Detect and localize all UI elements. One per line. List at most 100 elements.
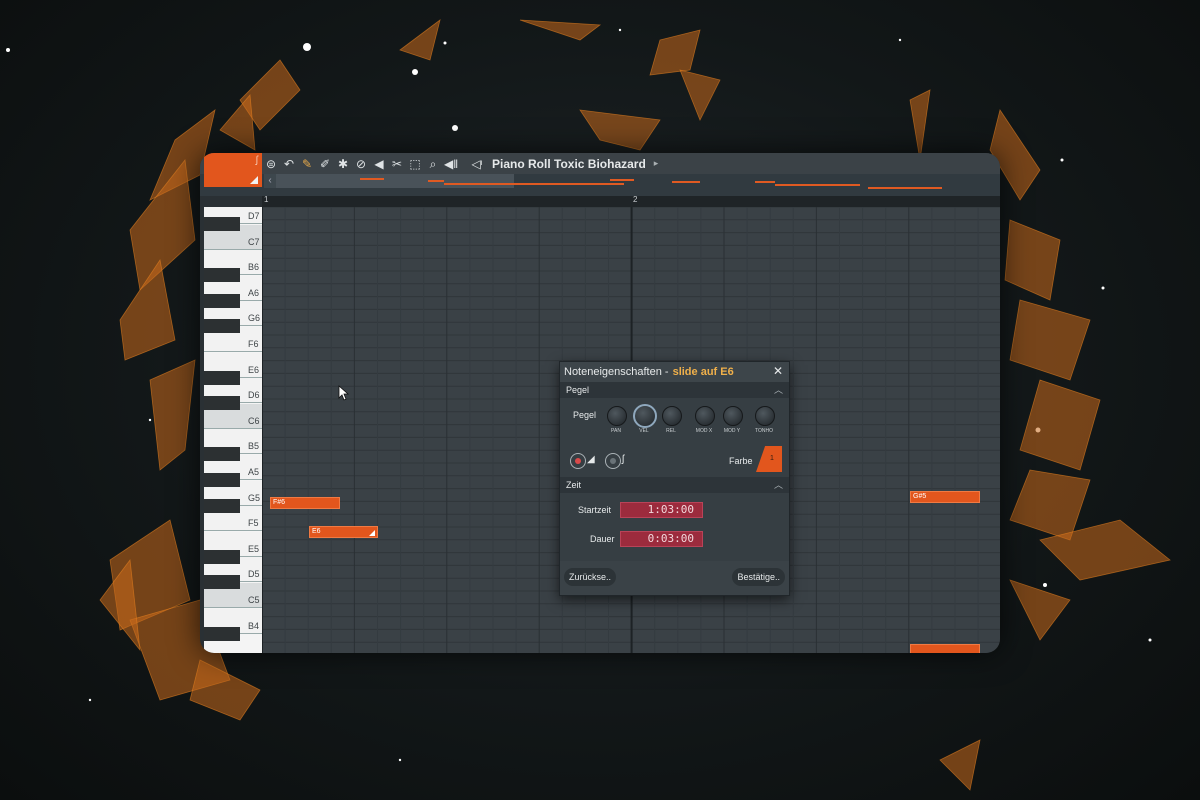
slide-toggle[interactable] [605,453,621,469]
black-key[interactable] [204,575,240,590]
key-label: D6 [248,390,260,401]
corner-triangle-icon [250,176,258,184]
undo-icon[interactable]: ↶ [282,157,296,171]
knob-label: TONHO [755,428,773,434]
dauer-label: Dauer [590,534,615,544]
dialog-title: Noteneigenschaften - [564,366,669,378]
note-tool-tab[interactable]: ʃ [204,153,262,187]
close-icon[interactable]: ✕ [772,365,784,377]
note-properties-dialog: Noteneigenschaften - slide auf E6 ✕ Pege… [559,361,790,596]
black-key[interactable] [204,549,240,564]
pattern-overview[interactable]: ‹ [200,174,1000,196]
key-label: C7 [248,236,260,247]
black-key[interactable] [204,473,240,487]
black-key[interactable] [204,370,240,385]
note-g-sharp-5-visible[interactable]: G#5 [910,491,980,503]
knob-label: MOD Y [723,428,741,434]
select-icon[interactable]: ⬚ [408,157,422,171]
overview-note [610,179,634,181]
overview-note [428,180,444,182]
black-key[interactable] [204,626,240,641]
overview-note [444,183,514,185]
confirm-button[interactable]: Bestätige.. [732,568,785,586]
speaker-icon[interactable]: ◁ᶦ [470,157,484,171]
piano-roll-title[interactable]: Piano Roll Toxic Biohazard [492,157,646,171]
slide-curve-icon: ʃ [622,454,625,465]
note-f-sharp-6[interactable]: F#6 [270,497,340,509]
black-key[interactable] [204,268,240,283]
knob-label: VEL [639,428,649,434]
black-key[interactable] [204,447,240,462]
black-key[interactable] [204,319,240,334]
pan-knob[interactable] [607,406,627,426]
piano-keyboard[interactable]: D7 C7 B6 A6 G6 F6 E6 D6 C6 B5 A5 G5 F5 E5 D5 C5 B4 [204,207,262,653]
black-key[interactable] [204,293,240,308]
zeit-section-header[interactable]: Zeit ︿ [560,477,789,493]
piano-roll-toolbar: ▸ 🔧︎ ∩ ⊜ ↶ ✎ ✐ ✱ ⊘ ◀ ✂ ⬚ ⌕ ◀ǁ ◁ᶦ Piano R… [200,153,1000,174]
key-label: C5 [248,595,260,605]
key-label: A6 [248,287,260,298]
key-label: E5 [248,543,260,554]
color-swatch[interactable]: 1 [756,446,782,472]
pencil-icon[interactable]: ✎ [300,157,314,171]
tonhoehe-knob[interactable] [755,406,775,426]
menu-icon[interactable]: ⊜ [264,157,278,171]
mod-x-knob[interactable] [695,406,715,426]
key-label: C6 [248,415,260,426]
porta-toggle[interactable] [570,453,586,469]
overview-scroll-handle[interactable] [276,174,514,188]
mod-y-knob[interactable] [723,406,743,426]
bar-number: 2 [633,195,638,204]
collapse-caret-icon[interactable]: ︿ [774,477,783,493]
note-e6-slide[interactable]: E6 [309,526,378,538]
startzeit-field[interactable]: 1:03:00 [620,502,703,518]
mouse-cursor-icon [338,385,350,401]
note-g-sharp-5[interactable] [910,644,980,653]
key-label: B5 [248,441,260,452]
pegel-section: Pegel PAN VEL REL MOD X MOD Y TONHO ◢ ʃ … [560,398,789,477]
black-key[interactable] [204,498,240,513]
bar-number: 1 [264,195,269,204]
dialog-title-bar[interactable]: Noteneigenschaften - slide auf E6 ✕ [560,362,789,382]
knob-label: PAN [611,428,621,434]
startzeit-label: Startzeit [578,505,612,515]
overview-note [868,187,942,189]
key-label: E6 [248,364,260,375]
zeit-header-label: Zeit [566,480,582,490]
stamp-icon[interactable]: ✱ [336,157,350,171]
slide-triangle-icon [369,530,375,536]
slice-icon[interactable]: ✂ [390,157,404,171]
rel-knob[interactable] [662,406,682,426]
overview-note [360,178,384,180]
playback-icon[interactable]: ◀ǁ [444,157,458,171]
key-label: G5 [248,492,261,503]
slide-icon: ʃ [255,155,258,166]
timeline-ruler[interactable]: 1 2 [262,195,1000,207]
black-key[interactable] [204,217,240,231]
vel-knob[interactable] [633,404,657,428]
zoom-icon[interactable]: ⌕ [426,157,440,171]
mute-icon[interactable]: ◀ [372,157,386,171]
title-arrow-icon[interactable]: ▸ [654,158,659,169]
key-label: F6 [248,339,259,349]
pegel-section-header[interactable]: Pegel ︿ [560,382,789,398]
reset-button[interactable]: Zurückse.. [564,568,617,586]
knob-label: MOD X [695,428,713,434]
overview-note [672,181,700,183]
overview-note [775,184,860,186]
note-label: E6 [312,528,321,535]
black-key[interactable] [204,396,240,411]
note-label: G#5 [913,493,927,500]
dialog-subtitle: slide auf E6 [672,366,734,378]
paint-icon[interactable]: ✐ [318,157,332,171]
knob-label: REL [666,428,676,434]
key-label: D5 [248,569,260,580]
erase-icon[interactable]: ⊘ [354,157,368,171]
dauer-field[interactable]: 0:03:00 [620,531,703,547]
key-label: B4 [248,620,260,631]
dialog-footer: Zurückse.. Bestätige.. [560,561,789,595]
scroll-left-icon[interactable]: ‹ [264,174,276,188]
note-label: F#6 [273,499,286,506]
collapse-caret-icon[interactable]: ︿ [774,382,783,398]
pegel-header-label: Pegel [566,385,590,395]
